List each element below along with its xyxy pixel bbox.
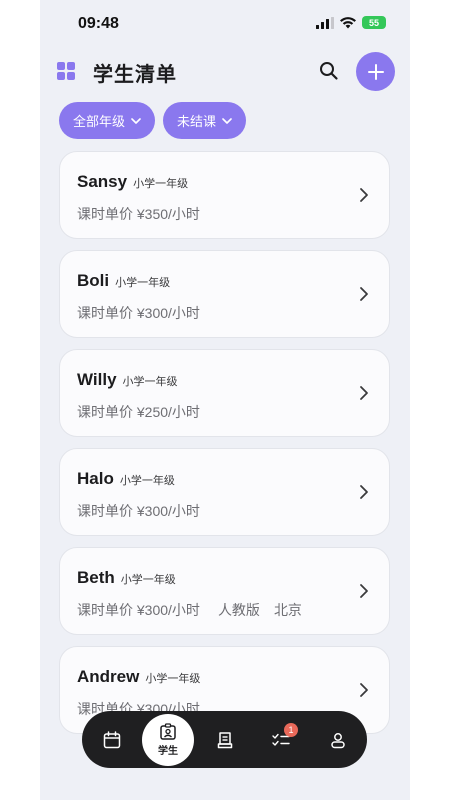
student-price: 课时单价 ¥300/小时 — [77, 602, 200, 618]
student-name: Beth — [77, 568, 115, 587]
course-status-filter-label: 未结课 — [177, 114, 217, 129]
student-price: 课时单价 ¥250/小时 — [77, 404, 200, 420]
student-price-row: 课时单价 ¥300/小时 人教版 北京 — [77, 600, 302, 620]
student-price-row: 课时单价 ¥250/小时 — [77, 402, 200, 422]
student-price-row: 课时单价 ¥300/小时 — [77, 501, 200, 521]
page-title: 学生清单 — [93, 64, 177, 86]
student-card-icon — [160, 723, 176, 740]
status-icons: 55 — [316, 16, 386, 29]
tab-calendar[interactable] — [92, 711, 132, 768]
student-name-row: Halo 小学一年级 — [77, 469, 175, 489]
student-name-row: Willy 小学一年级 — [77, 370, 178, 390]
student-card[interactable]: Halo 小学一年级课时单价 ¥300/小时 — [59, 448, 390, 536]
calendar-icon — [103, 730, 121, 748]
student-name-row: Boli 小学一年级 — [77, 271, 170, 291]
search-icon — [320, 62, 338, 80]
student-card[interactable]: Sansy 小学一年级课时单价 ¥350/小时 — [59, 151, 390, 239]
student-card[interactable]: Boli 小学一年级课时单价 ¥300/小时 — [59, 250, 390, 338]
student-name: Halo — [77, 469, 114, 488]
student-price: 课时单价 ¥350/小时 — [77, 206, 200, 222]
student-card[interactable]: Willy 小学一年级课时单价 ¥250/小时 — [59, 349, 390, 437]
plus-icon — [367, 63, 384, 80]
student-textbook: 人教版 — [217, 602, 260, 618]
student-name: Boli — [77, 271, 110, 290]
battery-level: 55 — [368, 17, 379, 28]
chevron-right-icon — [360, 584, 368, 598]
student-name: Willy — [77, 370, 117, 389]
app-header: 学生清单 — [40, 50, 410, 92]
student-location: 北京 — [273, 602, 302, 618]
tab-tasks[interactable]: 1 — [262, 711, 302, 768]
tab-students-label: 学生 — [158, 746, 178, 757]
chevron-down-icon — [131, 117, 141, 124]
chevron-right-icon — [360, 683, 368, 697]
student-grade: 小学一年级 — [119, 475, 175, 487]
chevron-right-icon — [360, 386, 368, 400]
battery-indicator: 55 — [362, 16, 386, 29]
bottom-tab-bar: 学生 1 — [82, 711, 367, 768]
search-button[interactable] — [319, 61, 339, 81]
wifi-icon — [340, 16, 356, 28]
filter-bar: 全部年级 未结课 — [59, 102, 247, 139]
chevron-right-icon — [360, 485, 368, 499]
profile-icon — [331, 732, 345, 748]
student-name: Sansy — [77, 172, 128, 191]
student-price: 课时单价 ¥300/小时 — [77, 305, 200, 321]
add-student-button[interactable] — [356, 52, 395, 91]
course-status-filter-dropdown[interactable]: 未结课 — [163, 102, 247, 139]
signal-icon — [316, 16, 334, 29]
grid-menu-icon[interactable] — [57, 62, 75, 80]
student-grade: 小学一年级 — [145, 673, 201, 685]
chevron-right-icon — [360, 188, 368, 202]
student-name-row: Andrew 小学一年级 — [77, 667, 200, 687]
grade-filter-dropdown[interactable]: 全部年级 — [59, 102, 156, 139]
chevron-right-icon — [360, 287, 368, 301]
tab-students[interactable]: 学生 — [142, 714, 194, 766]
student-name-row: Sansy 小学一年级 — [77, 172, 188, 192]
student-price-row: 课时单价 ¥350/小时 — [77, 204, 200, 224]
student-grade: 小学一年级 — [122, 376, 178, 388]
tab-ledger[interactable] — [205, 711, 245, 768]
student-price: 课时单价 ¥300/小时 — [77, 503, 200, 519]
grade-filter-label: 全部年级 — [73, 114, 126, 129]
student-grade: 小学一年级 — [133, 178, 189, 190]
chevron-down-icon — [222, 117, 232, 124]
student-price-row: 课时单价 ¥300/小时 — [77, 303, 200, 323]
status-time: 09:48 — [78, 15, 119, 32]
student-name-row: Beth 小学一年级 — [77, 568, 176, 588]
app-screen: 09:48 55 学生清单 全部年级 未结课 Sansy 小学一年级 课时单价 … — [40, 0, 410, 800]
student-grade: 小学一年级 — [120, 574, 176, 586]
tasks-badge: 1 — [284, 723, 298, 737]
student-name: Andrew — [77, 667, 140, 686]
ledger-icon — [217, 731, 233, 748]
tab-profile[interactable] — [318, 711, 358, 768]
student-card[interactable]: Beth 小学一年级课时单价 ¥300/小时 人教版 北京 — [59, 547, 390, 635]
student-grade: 小学一年级 — [115, 277, 171, 289]
